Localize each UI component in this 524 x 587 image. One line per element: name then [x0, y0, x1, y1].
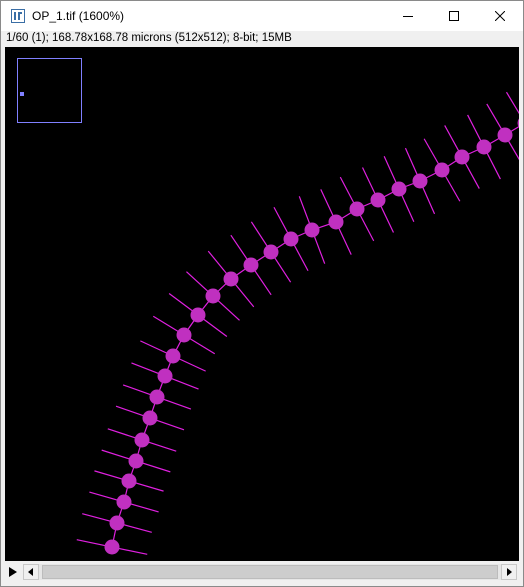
maximize-button[interactable] — [431, 1, 477, 31]
title-bar[interactable]: OP_1.tif (1600%) — [1, 1, 523, 31]
zoom-navigator-box[interactable] — [17, 58, 82, 123]
scroll-thumb[interactable] — [42, 565, 498, 579]
center-marker — [263, 244, 279, 260]
scroll-right-button[interactable] — [501, 564, 517, 580]
center-marker — [283, 231, 299, 247]
center-marker — [104, 539, 120, 555]
center-marker — [149, 389, 165, 405]
imagej-icon — [11, 9, 25, 23]
center-marker — [412, 173, 428, 189]
center-marker — [121, 473, 137, 489]
image-window: OP_1.tif (1600%) 1/60 (1); 168.78x168.78… — [0, 0, 524, 587]
minimize-icon — [403, 16, 413, 17]
center-marker — [328, 214, 344, 230]
maximize-icon — [449, 11, 459, 21]
play-button[interactable] — [5, 563, 21, 581]
center-marker — [128, 453, 144, 469]
centerline — [111, 125, 519, 548]
center-marker — [142, 410, 158, 426]
play-icon — [9, 567, 17, 577]
image-canvas[interactable] — [5, 47, 519, 561]
profile-lines — [76, 91, 519, 555]
minimize-button[interactable] — [385, 1, 431, 31]
center-marker — [165, 348, 181, 364]
center-marker — [370, 192, 386, 208]
zoom-navigator-indicator — [20, 92, 24, 96]
window-title: OP_1.tif (1600%) — [32, 9, 125, 23]
center-marker — [190, 307, 206, 323]
center-marker — [243, 257, 259, 273]
center-marker — [517, 118, 519, 128]
profile-line — [505, 91, 519, 115]
arrow-left-icon — [28, 568, 33, 576]
image-info-bar: 1/60 (1); 168.78x168.78 microns (512x512… — [1, 31, 523, 47]
center-marker — [349, 201, 365, 217]
center-marker — [454, 149, 470, 165]
center-marker — [476, 139, 492, 155]
center-marker — [109, 515, 125, 531]
image-overlay — [17, 58, 519, 555]
center-marker — [391, 181, 407, 197]
center-marker — [116, 494, 132, 510]
center-marker — [157, 368, 173, 384]
center-marker — [205, 288, 221, 304]
close-icon — [495, 11, 505, 21]
center-marker — [497, 127, 513, 143]
center-marker — [176, 327, 192, 343]
image-info-text: 1/60 (1); 168.78x168.78 microns (512x512… — [6, 32, 292, 44]
arrow-right-icon — [507, 568, 512, 576]
center-marker — [434, 162, 450, 178]
scroll-left-button[interactable] — [23, 564, 39, 580]
slice-scrollbar — [5, 563, 519, 581]
center-marker — [134, 432, 150, 448]
center-marker — [223, 271, 239, 287]
center-markers — [104, 118, 519, 555]
close-button[interactable] — [477, 1, 523, 31]
center-marker — [304, 222, 320, 238]
